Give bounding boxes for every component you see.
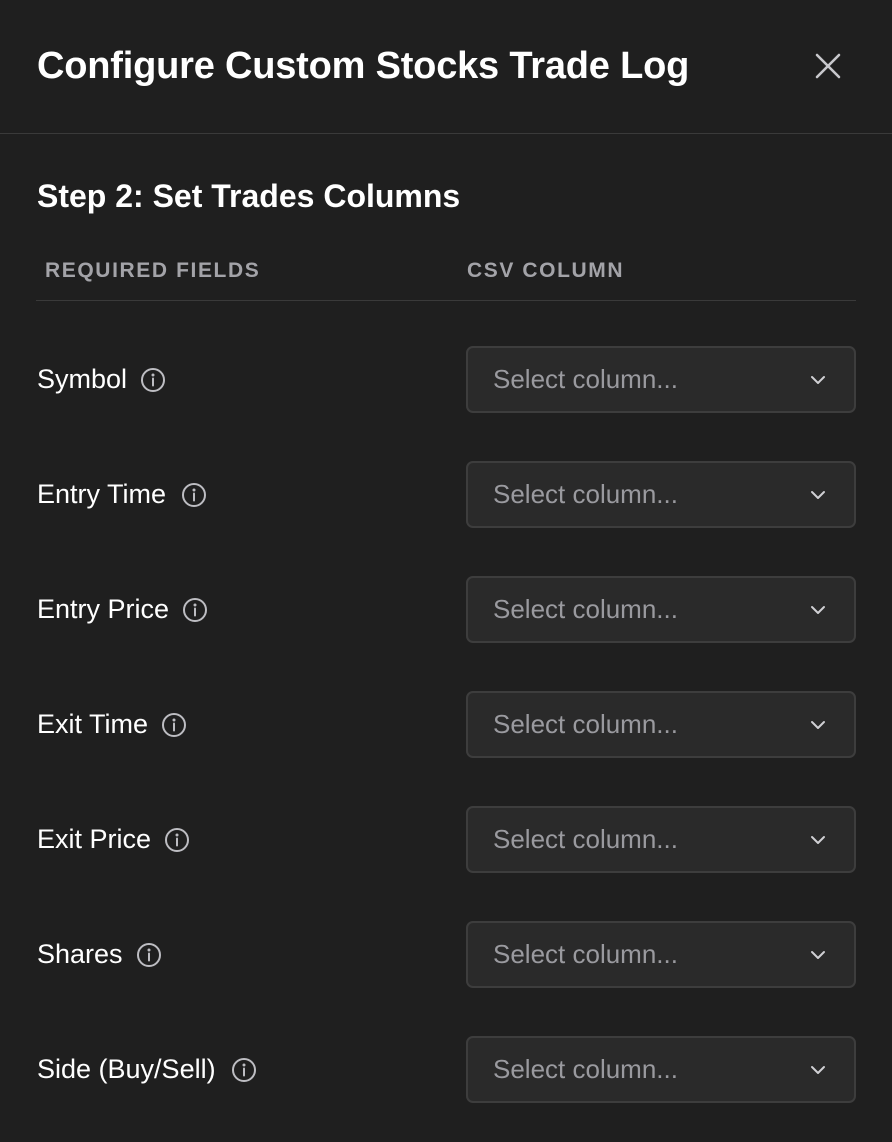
field-row: Entry Time Select column... [36,461,856,528]
close-button[interactable] [808,46,848,86]
info-icon[interactable] [182,597,208,623]
modal-header: Configure Custom Stocks Trade Log [0,0,892,134]
field-row: Entry Price Select column... [36,576,856,643]
chevron-down-icon [810,1062,826,1078]
column-select[interactable]: Select column... [466,921,856,988]
field-row: Exit Time Select column... [36,691,856,758]
info-icon[interactable] [136,942,162,968]
configure-trade-log-modal: Configure Custom Stocks Trade Log Step 2… [0,0,892,1142]
field-row: Symbol Select column... [36,346,856,413]
select-placeholder: Select column... [493,1054,678,1084]
field-label-group: Shares [37,921,162,988]
chevron-down-icon [810,947,826,963]
close-icon [815,53,841,79]
column-select[interactable]: Select column... [466,691,856,758]
chevron-down-icon [810,372,826,388]
field-label: Shares [37,939,123,969]
required-fields-header: REQUIRED FIELDS [45,259,261,282]
modal-title: Configure Custom Stocks Trade Log [37,45,690,87]
field-label-group: Side (Buy/Sell) [37,1036,257,1103]
field-row: Side (Buy/Sell) Select column... [36,1036,856,1103]
field-label: Side (Buy/Sell) [37,1054,216,1084]
field-label-group: Entry Time [37,461,207,528]
csv-column-header: CSV COLUMN [467,259,625,282]
field-label-group: Entry Price [37,576,208,643]
select-placeholder: Select column... [493,364,678,394]
field-label: Entry Price [37,594,170,624]
info-icon[interactable] [164,827,190,853]
select-placeholder: Select column... [493,594,678,624]
info-icon[interactable] [181,482,207,508]
chevron-down-icon [810,832,826,848]
info-icon[interactable] [140,367,166,393]
column-select[interactable]: Select column... [466,576,856,643]
field-label: Entry Time [37,479,167,509]
chevron-down-icon [810,602,826,618]
field-label: Exit Time [37,709,149,739]
info-icon[interactable] [161,712,187,738]
column-select[interactable]: Select column... [466,806,856,873]
field-row: Exit Price Select column... [36,806,856,873]
column-select[interactable]: Select column... [466,461,856,528]
select-placeholder: Select column... [493,479,678,509]
field-label-group: Exit Price [37,806,190,873]
column-select[interactable]: Select column... [466,1036,856,1103]
field-label-group: Symbol [37,346,166,413]
column-select[interactable]: Select column... [466,346,856,413]
chevron-down-icon [810,717,826,733]
field-label: Symbol [37,364,128,394]
column-headers: REQUIRED FIELDS CSV COLUMN [36,255,856,301]
info-icon[interactable] [231,1057,257,1083]
step-title: Step 2: Set Trades Columns [37,178,461,214]
select-placeholder: Select column... [493,824,678,854]
select-placeholder: Select column... [493,709,678,739]
field-label-group: Exit Time [37,691,187,758]
field-row: Shares Select column... [36,921,856,988]
select-placeholder: Select column... [493,939,678,969]
field-label: Exit Price [37,824,152,854]
chevron-down-icon [810,487,826,503]
